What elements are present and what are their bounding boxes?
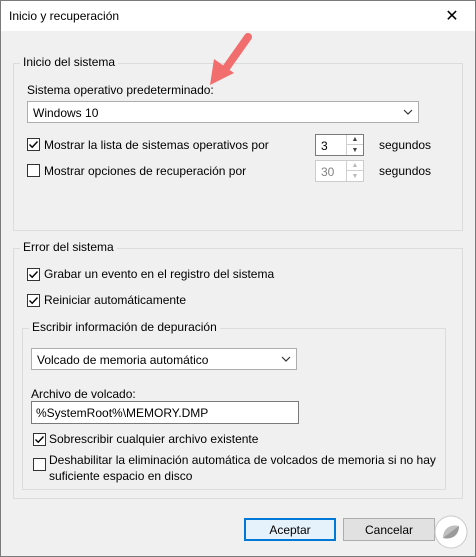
show-os-list-label: Mostrar la lista de sistemas operativos … xyxy=(44,138,269,152)
seconds-label-1: segundos xyxy=(379,138,432,152)
dump-file-input[interactable]: %SystemRoot%\MEMORY.DMP xyxy=(31,401,299,424)
watermark-logo xyxy=(434,515,468,549)
show-recovery-label: Mostrar opciones de recuperación por xyxy=(44,164,247,178)
close-button[interactable]: ✕ xyxy=(429,1,475,31)
seconds-label-2: segundos xyxy=(379,164,432,178)
failure-group-label: Error del sistema xyxy=(20,240,117,254)
dump-type-select[interactable]: Volcado de memoria automático xyxy=(31,348,297,370)
annotation-arrow-icon xyxy=(210,33,252,85)
show-recovery-checkbox[interactable] xyxy=(27,164,40,177)
default-os-label: Sistema operativo predeterminado: xyxy=(27,83,214,97)
spin-down-icon[interactable]: ▼ xyxy=(347,171,363,181)
spin-up-icon[interactable]: ▲ xyxy=(347,135,363,145)
checkmark-icon xyxy=(29,271,39,279)
close-icon: ✕ xyxy=(445,8,459,25)
show-os-list-spinner[interactable]: 3 ▲ ▼ xyxy=(315,134,364,156)
show-os-list-checkbox[interactable] xyxy=(27,138,40,151)
checkmark-icon xyxy=(29,141,39,149)
show-recovery-value: 30 xyxy=(321,165,335,179)
log-event-label: Grabar un evento en el registro del sist… xyxy=(44,267,275,281)
show-os-list-value: 3 xyxy=(321,139,328,153)
chevron-down-icon xyxy=(281,356,291,362)
dump-file-label: Archivo de volcado: xyxy=(31,387,136,401)
dump-type-value: Volcado de memoria automático xyxy=(37,353,209,367)
chevron-down-icon xyxy=(403,109,413,115)
cancel-button[interactable]: Cancelar xyxy=(343,518,435,541)
disable-auto-delete-checkbox[interactable] xyxy=(33,458,46,471)
checkmark-icon xyxy=(29,297,39,305)
spin-down-icon[interactable]: ▼ xyxy=(347,145,363,155)
overwrite-checkbox[interactable] xyxy=(33,433,46,446)
disable-auto-delete-label-line1: Deshabilitar la eliminación automática d… xyxy=(49,453,436,467)
dialog-window: Inicio y recuperación ✕ Inicio del siste… xyxy=(0,0,476,557)
overwrite-label: Sobrescribir cualquier archivo existente xyxy=(49,432,259,446)
spinner-arrows: ▲ ▼ xyxy=(346,135,363,155)
auto-restart-label: Reiniciar automáticamente xyxy=(44,293,187,307)
spinner-arrows: ▲ ▼ xyxy=(346,161,363,181)
log-event-checkbox[interactable] xyxy=(27,268,40,281)
window-title: Inicio y recuperación xyxy=(9,9,120,23)
auto-restart-checkbox[interactable] xyxy=(27,294,40,307)
ok-button[interactable]: Aceptar xyxy=(244,518,336,541)
default-os-select[interactable]: Windows 10 xyxy=(27,101,419,123)
dump-file-value: %SystemRoot%\MEMORY.DMP xyxy=(36,406,209,420)
show-recovery-spinner[interactable]: 30 ▲ ▼ xyxy=(315,160,364,182)
disable-auto-delete-label-line2: suficiente espacio en disco xyxy=(49,469,193,483)
spin-up-icon[interactable]: ▲ xyxy=(347,161,363,171)
title-bar: Inicio y recuperación ✕ xyxy=(1,1,475,31)
checkmark-icon xyxy=(35,436,45,444)
default-os-value: Windows 10 xyxy=(33,106,99,120)
startup-group-label: Inicio del sistema xyxy=(20,55,119,69)
debug-group-label: Escribir información de depuración xyxy=(29,320,220,334)
